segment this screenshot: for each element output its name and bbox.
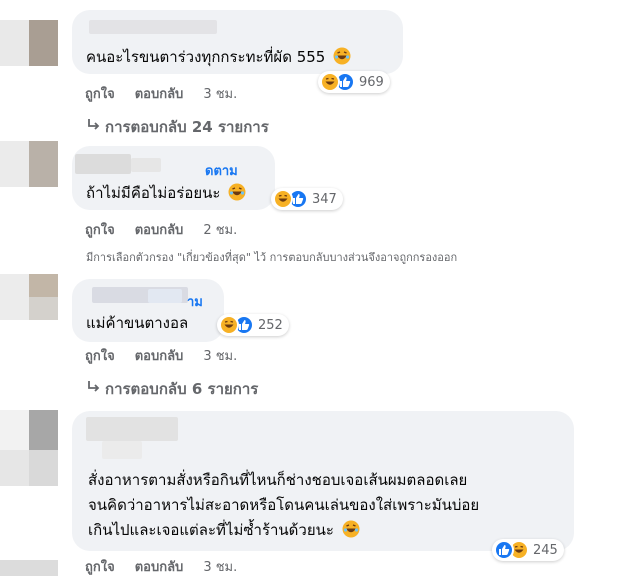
commenter-name-tail[interactable]: ดตาม — [205, 160, 238, 181]
reaction-summary[interactable]: 347 — [271, 188, 343, 210]
timestamp[interactable]: 3 ชม. — [203, 560, 237, 575]
commenter-name-tail[interactable]: าม — [187, 291, 203, 312]
reply-button[interactable]: ตอบกลับ — [135, 223, 184, 238]
reaction-summary[interactable]: 969 — [318, 71, 390, 93]
avatar[interactable] — [0, 410, 58, 576]
reply-arrow-icon — [87, 118, 105, 136]
commenter-name-redacted[interactable] — [102, 441, 142, 459]
reaction-summary[interactable]: 245 — [492, 539, 564, 561]
comment-bubble: าม แม่ค้าขนตางอล — [72, 279, 224, 342]
commenter-name-redacted[interactable] — [89, 20, 217, 34]
reaction-count: 245 — [533, 542, 558, 558]
commenter-name-redacted[interactable] — [75, 154, 131, 174]
comment-actions: ถูกใจ ตอบกลับ 3 ชม. — [85, 83, 257, 104]
comment-actions: ถูกใจ ตอบกลับ 3 ชม. — [85, 345, 257, 366]
comment-text: คนอะไรขนตาร่วงทุกกระทะที่ผัด 555 — [86, 46, 351, 68]
reaction-count: 969 — [359, 74, 384, 90]
reaction-count: 252 — [258, 317, 283, 333]
comment-bubble: ดตาม ถ้าไม่มีคือไม่อร่อยนะ — [72, 146, 275, 210]
reaction-summary[interactable]: 252 — [217, 314, 289, 336]
view-replies-link[interactable]: การตอบกลับ 24 รายการ — [87, 115, 269, 139]
comment-text-line: สั่งอาหารตามสั่งหรือกินที่ไหนก็ช่างชอบเจ… — [88, 471, 468, 489]
like-button[interactable]: ถูกใจ — [85, 87, 115, 102]
laughing-emoji-icon — [228, 183, 246, 201]
reply-button[interactable]: ตอบกลับ — [135, 349, 184, 364]
avatar[interactable] — [0, 274, 58, 320]
like-button[interactable]: ถูกใจ — [85, 560, 115, 575]
comment-actions: ถูกใจ ตอบกลับ 3 ชม. — [85, 556, 257, 577]
reply-button[interactable]: ตอบกลับ — [135, 87, 184, 102]
timestamp[interactable]: 2 ชม. — [203, 223, 237, 238]
commenter-name-redacted[interactable] — [131, 158, 161, 172]
commenter-name-redacted[interactable] — [86, 417, 178, 441]
reply-button[interactable]: ตอบกลับ — [135, 560, 184, 575]
like-thumb-icon — [494, 540, 514, 560]
comment-text-line: เกินไปและเจอแต่ละที่ไม่ซ้ำร้านด้วยนะ — [88, 519, 360, 541]
laughing-emoji-icon — [320, 72, 340, 92]
view-replies-link[interactable]: การตอบกลับ 6 รายการ — [87, 377, 258, 401]
comment-bubble: สั่งอาหารตามสั่งหรือกินที่ไหนก็ช่างชอบเจ… — [72, 411, 574, 551]
comment-text-line: จนคิดว่าอาหารไม่สะอาดหรือโดนคนเล่นของใส่… — [88, 496, 480, 514]
like-button[interactable]: ถูกใจ — [85, 223, 115, 238]
reply-arrow-icon — [87, 380, 105, 398]
filter-notice: มีการเลือกตัวกรอง "เกี่ยวข้องที่สุด" ไว้… — [86, 251, 458, 264]
comment-bubble: คนอะไรขนตาร่วงทุกกระทะที่ผัด 555 — [72, 10, 403, 74]
avatar[interactable] — [0, 20, 58, 66]
like-button[interactable]: ถูกใจ — [85, 349, 115, 364]
avatar[interactable] — [0, 141, 58, 187]
laughing-emoji-icon — [219, 315, 239, 335]
laughing-emoji-icon — [333, 47, 351, 65]
laughing-emoji-icon — [273, 189, 293, 209]
comment-text: แม่ค้าขนตางอล — [86, 314, 189, 332]
reaction-count: 347 — [312, 191, 337, 207]
laughing-emoji-icon — [342, 520, 360, 538]
timestamp[interactable]: 3 ชม. — [203, 87, 237, 102]
comment-actions: ถูกใจ ตอบกลับ 2 ชม. — [85, 219, 257, 240]
timestamp[interactable]: 3 ชม. — [203, 349, 237, 364]
commenter-name-redacted[interactable] — [148, 289, 182, 303]
comment-text: ถ้าไม่มีคือไม่อร่อยนะ — [86, 182, 246, 204]
